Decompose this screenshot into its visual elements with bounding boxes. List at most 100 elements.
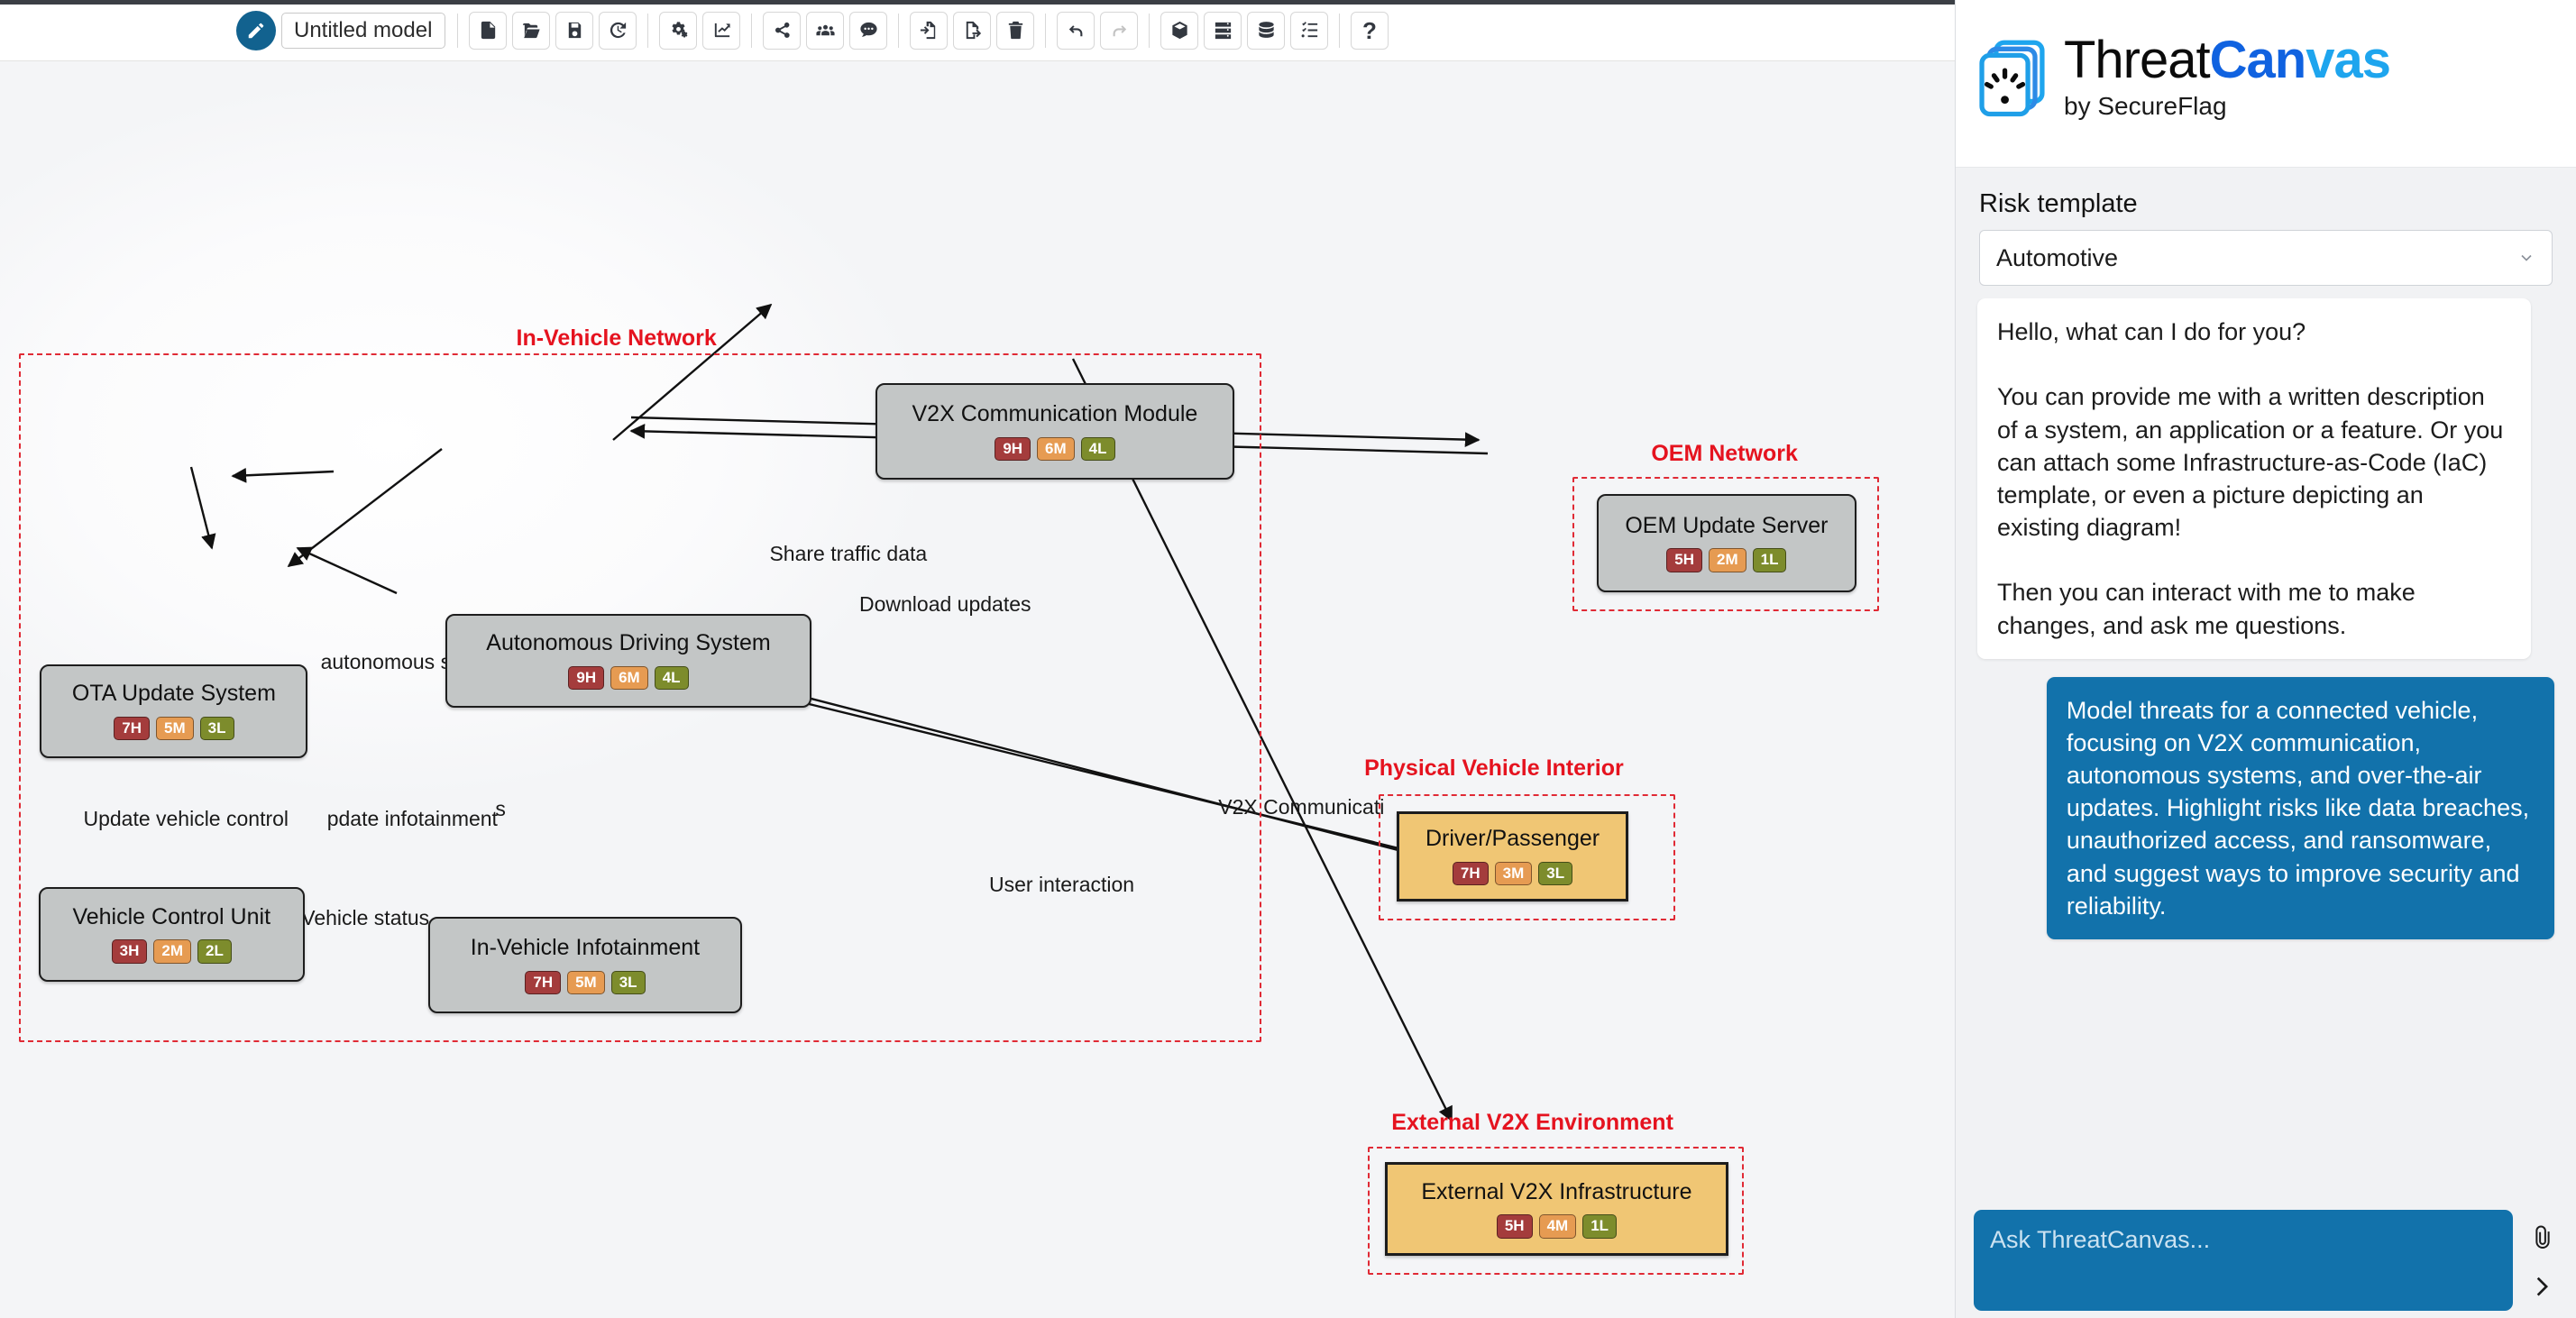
threat-badge-m[interactable]: 4M [1538,1214,1577,1239]
model-title-input[interactable]: Untitled model [281,12,445,49]
threat-badge-m[interactable]: 5M [567,970,605,995]
gears-icon [671,22,687,38]
file-icon [481,21,495,40]
chat-message-list[interactable]: Hello, what can I do for you? You can pr… [1956,298,2576,1204]
threat-badge-h[interactable]: 5H [1496,1214,1533,1239]
threat-badge-h[interactable]: 7H [525,970,562,995]
save-button[interactable] [555,11,593,50]
edge-label-update-vehicle-control: Update vehicle control [83,806,289,830]
chat-input[interactable] [1974,1210,2513,1311]
import-button[interactable] [910,11,948,50]
chat-message-assistant: Hello, what can I do for you? You can pr… [1977,298,2532,659]
threat-badge-h[interactable]: 9H [568,665,605,691]
diagram-node-vehicle-control-unit[interactable]: Vehicle Control Unit 3H 2M 2L [38,886,305,982]
main-toolbar: Untitled model ? [0,0,1955,61]
threat-badge-l[interactable]: 3L [610,970,646,995]
threat-badge-l[interactable]: 3L [199,716,234,741]
edge-vehicle-status [296,546,398,595]
diagram-node-driver-passenger[interactable]: Driver/Passenger 7H 3M 3L [1396,811,1629,902]
toolbar-divider [751,13,752,48]
risk-template-value: Automotive [1996,243,2119,271]
edge-update-infotainment [287,448,443,568]
threat-badge-h[interactable]: 5H [1666,548,1703,572]
list-check-icon [1301,22,1317,38]
node-label: Vehicle Control Unit [72,903,271,929]
threat-badge-h[interactable]: 7H [114,716,151,741]
node-label: OTA Update System [71,681,276,707]
export-button[interactable] [953,11,991,50]
redo-icon [1113,25,1126,37]
brand-title-vas: vas [2306,30,2391,89]
diagram-node-ota-update-system[interactable]: OTA Update System 7H 5M 3L [40,664,308,759]
node-label: In-Vehicle Infotainment [470,935,701,961]
threat-badge-m[interactable]: 6M [610,665,648,691]
comments-button[interactable] [849,11,887,50]
chat-message-user: Model threats for a connected vehicle, f… [2046,676,2554,939]
diagram-node-oem-update-server[interactable]: OEM Update Server 5H 2M 1L [1596,494,1856,592]
redo-button[interactable] [1100,11,1138,50]
trust-boundary-label-in-vehicle-network: In-Vehicle Network [516,325,717,352]
edge-label-vehicle-status: Vehicle status [301,906,430,929]
threat-badge-l[interactable]: 1L [1752,548,1787,572]
threat-badge-m[interactable]: 5M [156,716,194,741]
comment-icon [859,22,877,37]
node-threat-badges: 5H 4M 1L [1496,1214,1618,1239]
edge-autonomous-systems [231,467,335,483]
brand-subtitle: by SecureFlag [2064,91,2227,120]
users-icon [815,24,835,36]
edge-update-vehicle-control [189,466,216,550]
composer-actions [2522,1210,2563,1311]
threat-badge-m[interactable]: 2M [1709,548,1746,572]
undo-button[interactable] [1057,11,1095,50]
threat-badge-h[interactable]: 3H [111,939,148,964]
database-icon [1258,22,1274,38]
canvas-pane: Untitled model ? In-Vehicle Network OEM … [0,0,1955,1318]
collaborators-button[interactable] [806,11,844,50]
diagram-node-in-vehicle-infotainment[interactable]: In-Vehicle Infotainment 7H 5M 3L [427,917,743,1014]
edit-mode-button[interactable] [236,10,276,50]
add-store-button[interactable] [1204,11,1242,50]
share-button[interactable] [763,11,801,50]
threat-list-button[interactable] [1290,11,1328,50]
trust-boundary-label-oem-network: OEM Network [1651,441,1798,467]
add-database-button[interactable] [1247,11,1285,50]
new-file-button[interactable] [469,11,507,50]
risk-template-select[interactable]: Automotive [1979,230,2553,286]
delete-button[interactable] [996,11,1034,50]
diagram-node-v2x-communication-module[interactable]: V2X Communication Module 9H 6M 4L [875,383,1235,481]
floppy-disk-icon [568,22,581,39]
send-message-button[interactable] [2529,1273,2556,1300]
node-threat-badges: 3H 2M 2L [111,939,232,964]
threatcanvas-sidebar: ThreatCanvas by SecureFlag Risk template… [1955,0,2576,1318]
attach-file-button[interactable] [2529,1224,2556,1251]
brand-title-can: Can [2209,30,2307,89]
folder-open-icon [522,23,540,39]
diagram-node-external-v2x-infrastructure[interactable]: External V2X Infrastructure 5H 4M 1L [1385,1162,1728,1256]
node-threat-badges: 7H 5M 3L [114,716,234,741]
threat-badge-l[interactable]: 1L [1582,1214,1618,1239]
node-threat-badges: 7H 5M 3L [525,970,646,995]
threat-badge-h[interactable]: 7H [1452,861,1489,886]
node-threat-badges: 9H 6M 4L [995,436,1115,462]
threat-badge-m[interactable]: 3M [1494,861,1533,886]
node-label: V2X Communication Module [912,401,1198,427]
edge-label-user-interaction: User interaction [989,872,1135,896]
threat-badge-l[interactable]: 2L [197,939,232,964]
help-button[interactable]: ? [1351,11,1389,50]
threat-badge-l[interactable]: 4L [1080,436,1115,462]
open-file-button[interactable] [512,11,550,50]
threat-badge-h[interactable]: 9H [995,436,1031,462]
threat-model-diagram[interactable]: In-Vehicle Network OEM Network Physical Ve… [0,61,1955,1318]
report-button[interactable] [702,11,740,50]
threat-badge-m[interactable]: 2M [153,939,191,964]
threat-badge-l[interactable]: 4L [654,665,689,691]
history-button[interactable] [599,11,637,50]
edge-label-v2x-communication: V2X Communicati [1218,795,1385,819]
add-process-button[interactable] [1160,11,1198,50]
paperclip-icon [2535,1225,2550,1249]
diagram-node-autonomous-driving-system[interactable]: Autonomous Driving System 9H 6M 4L [445,614,811,708]
threat-badge-l[interactable]: 3L [1538,861,1573,886]
settings-button[interactable] [659,11,697,50]
toolbar-divider [898,13,899,48]
threat-badge-m[interactable]: 6M [1037,436,1075,462]
